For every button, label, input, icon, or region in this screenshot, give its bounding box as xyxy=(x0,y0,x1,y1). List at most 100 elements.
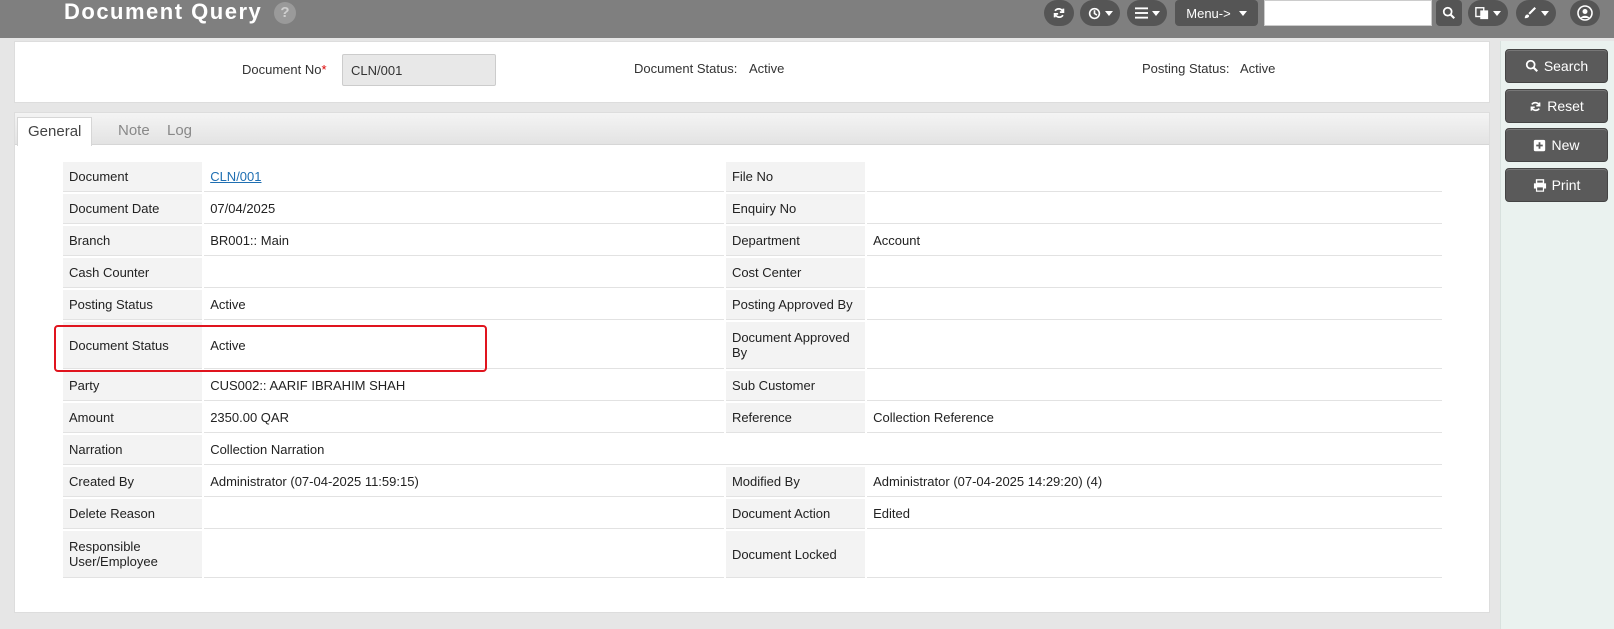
document-action-label: Document Action xyxy=(725,499,866,529)
table-row: Document CLN/001 File No xyxy=(63,162,1442,192)
search-icon xyxy=(1442,6,1455,19)
file-no-label: File No xyxy=(725,162,866,192)
document-link[interactable]: CLN/001 xyxy=(210,169,261,184)
enquiry-no-value xyxy=(867,194,1442,224)
document-status-filter-value: Active xyxy=(749,61,785,76)
required-marker: * xyxy=(321,62,327,77)
posting-status-value: Active xyxy=(204,290,724,320)
reset-button[interactable]: Reset xyxy=(1505,89,1608,123)
reference-label: Reference xyxy=(725,403,866,433)
posting-status-label: Posting Status xyxy=(63,290,203,320)
history-button[interactable] xyxy=(1080,0,1120,26)
search-button-label: Search xyxy=(1543,58,1589,74)
posting-status-filter-value: Active xyxy=(1240,61,1276,76)
new-button[interactable]: New xyxy=(1505,128,1608,162)
list-menu-button[interactable] xyxy=(1127,0,1167,26)
main-menu-label: Menu-> xyxy=(1186,5,1231,21)
top-bar: Document Query ? Menu-> xyxy=(0,0,1614,38)
department-label: Department xyxy=(725,226,866,256)
document-date-label: Document Date xyxy=(63,194,203,224)
delete-reason-value xyxy=(204,499,724,529)
created-by-label: Created By xyxy=(63,467,203,497)
table-row: Delete Reason Document Action Edited xyxy=(63,499,1442,529)
cost-center-value xyxy=(867,258,1442,288)
reference-value: Collection Reference xyxy=(867,403,1442,433)
party-value: CUS002:: AARIF IBRAHIM SHAH xyxy=(204,371,724,401)
tab-note[interactable]: Note xyxy=(108,117,160,146)
user-button[interactable] xyxy=(1570,0,1600,26)
user-icon xyxy=(1577,5,1593,21)
help-icon[interactable]: ? xyxy=(274,2,296,24)
amount-value: 2350.00 QAR xyxy=(204,403,724,433)
language-button[interactable] xyxy=(1468,0,1508,26)
history-icon xyxy=(1088,7,1100,19)
table-row: Cash Counter Cost Center xyxy=(63,258,1442,288)
table-row: Document Status Active Document Approved… xyxy=(63,322,1442,369)
created-by-value: Administrator (07-04-2025 11:59:15) xyxy=(204,467,724,497)
plus-icon xyxy=(1534,139,1546,151)
document-action-value: Edited xyxy=(867,499,1442,529)
file-no-value xyxy=(867,162,1442,192)
branch-label: Branch xyxy=(63,226,203,256)
table-row: Posting Status Active Posting Approved B… xyxy=(63,290,1442,320)
new-button-label: New xyxy=(1551,137,1580,153)
chevron-down-icon xyxy=(1238,10,1247,16)
document-approved-by-value xyxy=(867,322,1442,369)
responsible-user-value xyxy=(204,531,724,578)
main-menu-button[interactable]: Menu-> xyxy=(1175,0,1258,26)
department-value: Account xyxy=(867,226,1442,256)
refresh-button[interactable] xyxy=(1044,0,1074,26)
search-icon xyxy=(1525,59,1538,72)
party-label: Party xyxy=(63,371,203,401)
tab-bar: General Note Log xyxy=(15,113,1489,146)
table-row: Branch BR001:: Main Department Account xyxy=(63,226,1442,256)
refresh-icon xyxy=(1053,8,1065,18)
cash-counter-label: Cash Counter xyxy=(63,258,203,288)
print-button[interactable]: Print xyxy=(1505,168,1608,202)
delete-reason-label: Delete Reason xyxy=(63,499,203,529)
document-approved-by-label: Document Approved By xyxy=(725,322,866,369)
posting-approved-by-label: Posting Approved By xyxy=(725,290,866,320)
document-no-input[interactable] xyxy=(342,54,496,86)
document-locked-label: Document Locked xyxy=(725,531,866,578)
table-row: Created By Administrator (07-04-2025 11:… xyxy=(63,467,1442,497)
sub-customer-label: Sub Customer xyxy=(725,371,866,401)
document-date-value: 07/04/2025 xyxy=(204,194,724,224)
chevron-down-icon xyxy=(1151,10,1160,16)
cash-counter-value xyxy=(204,258,724,288)
modified-by-label: Modified By xyxy=(725,467,866,497)
table-row: Amount 2350.00 QAR Reference Collection … xyxy=(63,403,1442,433)
global-search-button[interactable] xyxy=(1436,0,1462,26)
document-status-value: Active xyxy=(204,322,724,369)
enquiry-no-label: Enquiry No xyxy=(725,194,866,224)
branch-value: BR001:: Main xyxy=(204,226,724,256)
table-row: Narration Collection Narration xyxy=(63,435,1442,465)
search-button[interactable]: Search xyxy=(1505,49,1608,83)
document-label: Document xyxy=(63,162,203,192)
reset-button-label: Reset xyxy=(1547,98,1584,114)
narration-value: Collection Narration xyxy=(204,435,1442,465)
document-no-label: Document No* xyxy=(242,62,327,77)
sub-customer-value xyxy=(867,371,1442,401)
amount-label: Amount xyxy=(63,403,203,433)
document-no-label-text: Document No xyxy=(242,62,322,77)
chevron-down-icon xyxy=(1493,10,1501,16)
chevron-down-icon xyxy=(1541,10,1549,16)
global-search-input[interactable] xyxy=(1264,0,1432,26)
chevron-down-icon xyxy=(1104,10,1113,16)
tab-general[interactable]: General xyxy=(17,117,93,146)
responsible-user-label: Responsible User/Employee xyxy=(63,531,203,578)
tab-log[interactable]: Log xyxy=(157,117,202,146)
refresh-icon xyxy=(1530,101,1541,111)
brush-icon xyxy=(1524,7,1536,19)
document-value: CLN/001 xyxy=(204,162,724,192)
page-title: Document Query xyxy=(64,0,263,24)
table-row: Document Date 07/04/2025 Enquiry No xyxy=(63,194,1442,224)
document-details-table: Document CLN/001 File No Document Date 0… xyxy=(61,160,1444,580)
print-button-label: Print xyxy=(1551,177,1581,193)
menu-icon xyxy=(1134,7,1148,19)
theme-button[interactable] xyxy=(1516,0,1556,26)
table-row: Responsible User/Employee Document Locke… xyxy=(63,531,1442,578)
language-icon xyxy=(1475,7,1489,20)
posting-status-filter-label: Posting Status: xyxy=(1142,61,1230,76)
